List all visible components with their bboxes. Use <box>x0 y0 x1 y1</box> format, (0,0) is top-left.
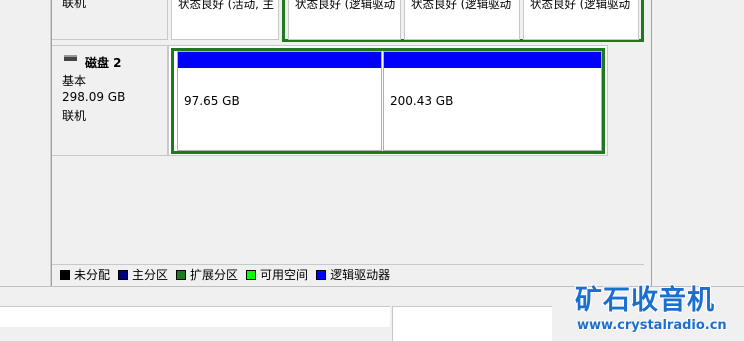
bottom-panel <box>0 306 390 327</box>
volume-size: 97.65 GB <box>184 94 240 108</box>
legend-swatch-extended <box>176 269 187 280</box>
legend-item: 主分区 <box>118 266 168 283</box>
disk2-extended-partition[interactable]: 97.65 GB 200.43 GB <box>171 48 605 154</box>
legend-item: 逻辑驱动器 <box>316 266 390 283</box>
legend-swatch-free <box>246 269 257 280</box>
right-panel <box>652 0 744 286</box>
legend-swatch-primary <box>118 269 129 280</box>
disk2-label[interactable]: 磁盘 2 基本 298.09 GB 联机 <box>52 45 168 156</box>
disk2-name: 磁盘 2 <box>85 56 122 70</box>
disk2-type: 基本 <box>62 74 87 88</box>
left-panel <box>0 0 51 286</box>
watermark-url: www.crystalradio.cn <box>577 318 727 333</box>
legend-item: 可用空间 <box>246 266 308 283</box>
volume-size: 200.43 GB <box>390 94 454 108</box>
disk2-volume-2[interactable]: 200.43 GB <box>383 51 602 151</box>
logical-drive-bar <box>178 52 381 68</box>
disk1-status: 联机 <box>62 0 87 10</box>
logical-drive-bar <box>384 52 601 68</box>
disk1-partition-1[interactable]: 状态良好 (活动, 主 <box>171 0 279 40</box>
legend-swatch-unallocated <box>60 269 70 280</box>
partition-legend: 未分配 主分区 扩展分区 可用空间 逻辑驱动器 <box>52 264 644 284</box>
disk2-volume-1[interactable]: 97.65 GB <box>177 51 382 151</box>
legend-item: 扩展分区 <box>176 266 238 283</box>
bottom-panel-2 <box>392 306 552 341</box>
disk1-partition-4[interactable]: 状态良好 (逻辑驱动 <box>523 0 639 40</box>
disk-icon <box>64 55 77 61</box>
disk2-size: 298.09 GB <box>62 90 126 104</box>
disk1-partition-2[interactable]: 状态良好 (逻辑驱动 <box>288 0 401 40</box>
legend-item: 未分配 <box>60 266 110 283</box>
disk2-status: 联机 <box>62 109 87 123</box>
watermark-logo: 矿石收音机 <box>575 285 715 316</box>
legend-swatch-logical <box>316 269 327 280</box>
disk1-label[interactable]: 联机 <box>52 0 168 40</box>
disk1-partition-3[interactable]: 状态良好 (逻辑驱动 <box>404 0 520 40</box>
